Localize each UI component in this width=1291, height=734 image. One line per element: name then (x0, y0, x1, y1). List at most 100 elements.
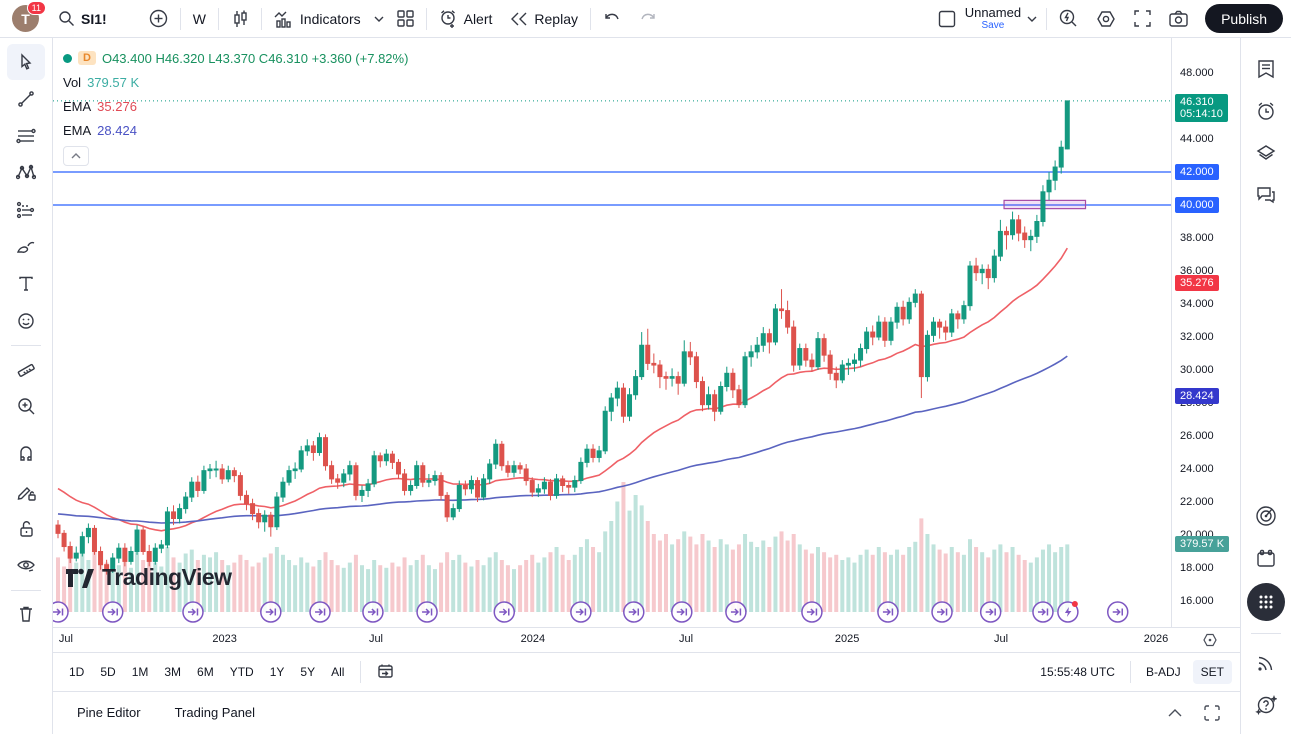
range-all-button[interactable]: All (323, 660, 352, 684)
grid-layout-button[interactable] (388, 4, 423, 34)
layout-select-button[interactable] (929, 4, 965, 34)
layout-menu-caret[interactable] (1021, 4, 1043, 34)
alert-button[interactable]: Alert (430, 4, 502, 34)
divider (1130, 661, 1131, 683)
fullscreen-button[interactable] (1125, 4, 1160, 34)
compare-add-button[interactable] (140, 4, 177, 34)
indicators-button[interactable]: Indicators (265, 4, 370, 34)
measure-tool-button[interactable] (7, 351, 45, 387)
drawing-toolbar (0, 38, 53, 734)
panel-open-chevron-icon[interactable] (1168, 709, 1182, 717)
pine-editor-tab[interactable]: Pine Editor (67, 699, 151, 726)
hline-40-axis-label[interactable]: 40.000 (1175, 197, 1219, 213)
candle-body (731, 373, 735, 390)
projection-tool-button[interactable] (7, 192, 45, 228)
market-status-dot[interactable] (63, 54, 72, 63)
clock-utc[interactable]: 15:55:48 UTC (1032, 665, 1123, 679)
replay-button[interactable]: Replay (501, 4, 587, 34)
brush-tool-button[interactable] (7, 229, 45, 265)
range-3m-button[interactable]: 3M (156, 660, 189, 684)
volume-bar (299, 557, 303, 612)
delayed-data-badge[interactable]: D (78, 51, 96, 65)
publish-button[interactable]: Publish (1205, 4, 1283, 33)
emoji-tool-button[interactable] (7, 303, 45, 339)
candle-body (585, 449, 589, 462)
smiley-icon (17, 312, 35, 330)
hline-42-axis-label[interactable]: 42.000 (1175, 164, 1219, 180)
economic-calendar-button[interactable] (1247, 537, 1285, 579)
volume-bar (664, 534, 668, 612)
ema-slow-axis-label[interactable]: 28.424 (1175, 388, 1219, 404)
pattern-tool-button[interactable] (7, 155, 45, 191)
apps-grid-button[interactable] (1247, 583, 1285, 621)
chat-button[interactable] (1247, 174, 1285, 216)
volume-bar (409, 565, 413, 612)
ema-slow-label[interactable]: EMA (63, 123, 91, 138)
range-ytd-button[interactable]: YTD (222, 660, 262, 684)
magnet-mode-button[interactable] (7, 437, 45, 473)
fib-retracement-tool-button[interactable] (7, 118, 45, 154)
watchlist-button[interactable] (1247, 48, 1285, 90)
candle-body (56, 525, 60, 533)
snapshot-button[interactable] (1160, 4, 1197, 34)
volume-bar (360, 565, 364, 612)
cursor-tool-button[interactable] (7, 44, 45, 80)
price-axis[interactable]: 16.00018.00020.00022.00024.00026.00028.0… (1171, 38, 1240, 627)
candle-body (141, 530, 145, 551)
chart-style-button[interactable] (222, 4, 258, 34)
candle-body (609, 398, 613, 411)
last-price-axis-label[interactable]: 46.31005:14:10 (1175, 94, 1228, 122)
time-tick: 2026 (1144, 633, 1168, 645)
symbol-name: SI1! (81, 11, 107, 27)
user-menu-button[interactable]: T 11 (12, 5, 39, 32)
remove-drawings-button[interactable] (7, 596, 45, 632)
lock-all-drawings-button[interactable] (7, 511, 45, 547)
ema-fast-label[interactable]: EMA (63, 99, 91, 114)
goto-date-icon (377, 663, 394, 679)
watchlist-icon (1256, 59, 1276, 79)
range-1y-button[interactable]: 1Y (262, 660, 293, 684)
text-tool-button[interactable] (7, 266, 45, 302)
session-toggle[interactable]: SET (1193, 660, 1232, 684)
zoom-in-tool-button[interactable] (7, 388, 45, 424)
range-1d-button[interactable]: 1D (61, 660, 92, 684)
range-5y-button[interactable]: 5Y (292, 660, 323, 684)
quick-search-button[interactable] (1050, 4, 1087, 34)
volume-bar (828, 557, 832, 612)
screener-button[interactable] (1247, 495, 1285, 537)
goto-date-button[interactable] (369, 658, 402, 687)
axis-settings-icon[interactable] (1202, 632, 1218, 648)
indicator-templates-caret[interactable] (370, 4, 388, 34)
volume-bar (682, 531, 686, 612)
range-1m-button[interactable]: 1M (124, 660, 157, 684)
save-layout-button[interactable]: Unnamed Save (965, 6, 1021, 32)
object-tree-button[interactable] (1247, 132, 1285, 174)
candle-body (208, 469, 212, 471)
interval-button[interactable]: W (184, 4, 215, 34)
symbol-search-button[interactable]: SI1! (49, 4, 116, 34)
legend-collapse-button[interactable] (63, 146, 89, 166)
trading-panel-tab[interactable]: Trading Panel (165, 699, 265, 726)
save-label[interactable]: Save (981, 19, 1004, 32)
panel-maximize-icon[interactable] (1204, 705, 1220, 721)
range-6m-button[interactable]: 6M (189, 660, 222, 684)
settings-button[interactable] (1087, 4, 1125, 34)
redo-button[interactable] (630, 4, 666, 34)
ema-fast-axis-label[interactable]: 35.276 (1175, 275, 1219, 291)
ema-slow-line[interactable] (58, 356, 1067, 523)
range-5d-button[interactable]: 5D (92, 660, 123, 684)
time-axis[interactable]: Jul2023Jul2024Jul2025Jul2026 (53, 627, 1240, 652)
trend-line-tool-button[interactable] (7, 81, 45, 117)
alerts-panel-button[interactable] (1247, 90, 1285, 132)
hide-drawings-button[interactable] (7, 548, 45, 584)
tradingview-logo[interactable]: TradingView (65, 564, 232, 591)
volume-axis-label[interactable]: 379.57 K (1175, 536, 1229, 552)
help-button[interactable] (1247, 684, 1285, 726)
adjustment-toggle[interactable]: B-ADJ (1138, 660, 1189, 684)
candle-body (944, 327, 948, 332)
drawing-mode-lock-button[interactable] (7, 474, 45, 510)
undo-button[interactable] (594, 4, 630, 34)
candle-body (658, 365, 662, 377)
streams-button[interactable] (1247, 642, 1285, 684)
chart-pane[interactable]: D O43.400 H46.320 L43.370 C46.310 +3.360… (53, 38, 1240, 627)
